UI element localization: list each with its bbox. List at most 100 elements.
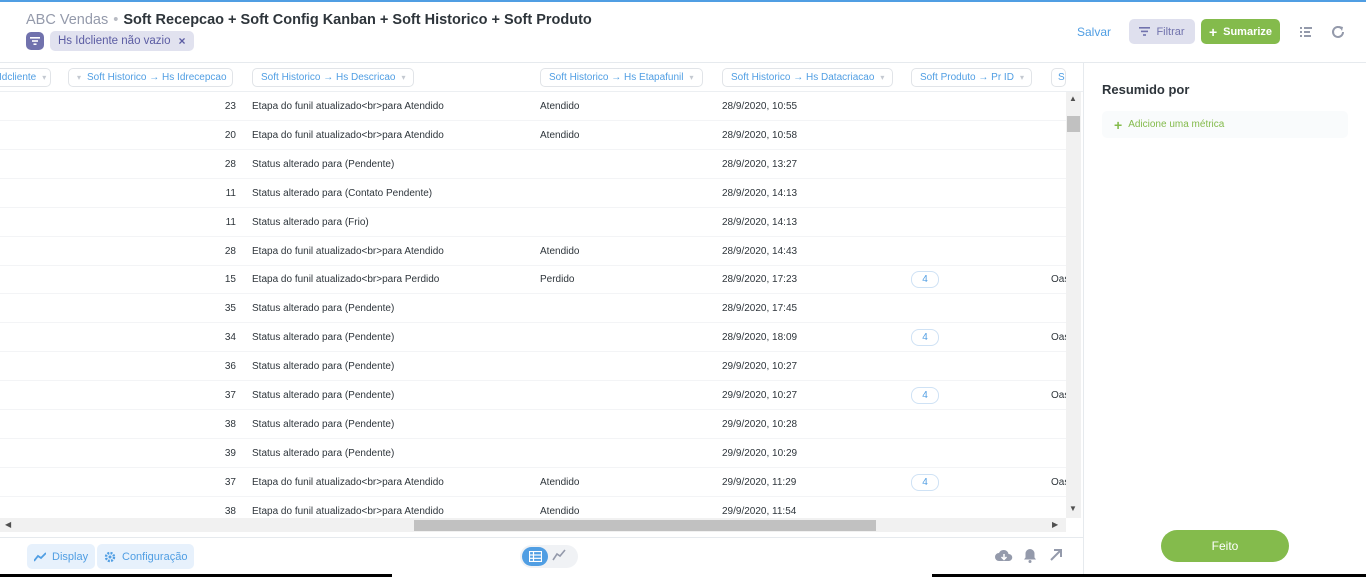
scroll-right-arrow-icon[interactable]: ▶ [1052,520,1058,529]
horizontal-scrollbar[interactable]: ◀ ▶ [0,518,1066,532]
cell-etapafunil[interactable]: Atendido [540,121,579,150]
filter-icon [1139,27,1151,36]
cell-datacriacao[interactable]: 28/9/2020, 14:13 [722,179,797,208]
cell-descricao[interactable]: Status alterado para (Pendente) [252,323,394,352]
filter-toggle-icon[interactable] [26,32,44,50]
cell-datacriacao[interactable]: 29/9/2020, 10:28 [722,410,797,439]
cell-idrecepcao[interactable]: 28 [160,150,236,179]
cell-descricao[interactable]: Status alterado para (Pendente) [252,381,394,410]
settings-button-label: Configuração [122,550,188,563]
cell-idrecepcao[interactable]: 35 [160,294,236,323]
cell-descricao[interactable]: Status alterado para (Pendente) [252,294,394,323]
settings-button[interactable]: Configuração [97,544,195,569]
table-title[interactable]: Soft Recepcao + Soft Config Kanban + Sof… [123,12,591,28]
chart-view-toggle-icon[interactable] [552,549,566,561]
column-header-datacriacao[interactable]: Soft Historico → Hs Datacriacao ▾ [722,68,893,87]
scroll-down-arrow-icon[interactable]: ▼ [1069,504,1077,513]
download-icon[interactable] [995,548,1013,564]
cell-descricao[interactable]: Etapa do funil atualizado<br>para Atendi… [252,121,444,150]
cell-produto[interactable]: Oas [1051,323,1066,352]
cell-descricao[interactable]: Status alterado para (Pendente) [252,439,394,468]
cell-pr-id[interactable]: 4 [911,329,939,347]
chevron-down-icon: ▾ [401,73,406,82]
cell-idrecepcao[interactable]: 23 [160,92,236,121]
cell-idrecepcao[interactable]: 28 [160,237,236,266]
filter-pill[interactable]: Hs Idcliente não vazio × [50,31,194,51]
cell-datacriacao[interactable]: 28/9/2020, 14:43 [722,237,797,266]
cell-datacriacao[interactable]: 28/9/2020, 10:58 [722,121,797,150]
chevron-down-icon: ▾ [880,73,885,82]
cell-descricao[interactable]: Status alterado para (Frio) [252,208,369,237]
cell-datacriacao[interactable]: 29/9/2020, 10:27 [722,381,797,410]
column-header-idcliente[interactable]: Idcliente ▾ [0,68,51,87]
list-icon[interactable] [1298,24,1314,40]
cell-datacriacao[interactable]: 28/9/2020, 10:55 [722,92,797,121]
cell-idrecepcao[interactable]: 39 [160,439,236,468]
cell-datacriacao[interactable]: 29/9/2020, 11:29 [722,468,796,497]
cell-descricao[interactable]: Etapa do funil atualizado<br>para Atendi… [252,468,444,497]
table-view-toggle[interactable] [522,547,548,566]
cell-datacriacao[interactable]: 28/9/2020, 18:09 [722,323,797,352]
cell-etapafunil[interactable]: Atendido [540,92,579,121]
table-row: 23 Etapa do funil atualizado<br>para Aten… [0,92,1066,121]
cell-descricao[interactable]: Status alterado para (Pendente) [252,352,394,381]
refresh-icon[interactable] [1330,24,1346,40]
cell-descricao[interactable]: Status alterado para (Pendente) [252,150,394,179]
cell-datacriacao[interactable]: 28/9/2020, 14:13 [722,208,797,237]
column-header-idrecepcao[interactable]: ▾ Soft Historico → Hs Idrecepcao [68,68,233,87]
cell-idrecepcao[interactable]: 37 [160,468,236,497]
horizontal-scrollbar-thumb[interactable] [414,520,876,531]
close-icon[interactable]: × [179,34,186,48]
cell-idrecepcao[interactable]: 34 [160,323,236,352]
summarize-button[interactable]: + Sumarize [1201,19,1280,44]
cell-idrecepcao[interactable]: 11 [160,208,236,237]
scroll-left-arrow-icon[interactable]: ◀ [5,520,11,529]
chevron-down-icon: ▾ [42,73,47,82]
cell-idrecepcao[interactable]: 38 [160,410,236,439]
table-icon [528,551,542,562]
table-row: 20 Etapa do funil atualizado<br>para Aten… [0,121,1066,150]
cell-idrecepcao[interactable]: 11 [160,179,236,208]
cell-descricao[interactable]: Status alterado para (Contato Pendente) [252,179,432,208]
cell-datacriacao[interactable]: 28/9/2020, 13:27 [722,150,797,179]
vertical-scrollbar-thumb[interactable] [1067,116,1080,132]
column-header-descricao[interactable]: Soft Historico → Hs Descricao ▾ [252,68,414,87]
display-button[interactable]: Display [27,544,96,569]
cell-descricao[interactable]: Etapa do funil atualizado<br>para Atendi… [252,92,444,121]
chevron-down-icon: ▾ [77,73,82,82]
cell-datacriacao[interactable]: 29/9/2020, 10:29 [722,439,797,468]
add-metric-button[interactable]: + Adicione uma métrica [1102,111,1348,138]
save-button[interactable]: Salvar [1071,19,1117,44]
database-name[interactable]: ABC Vendas [26,12,108,28]
cell-etapafunil[interactable]: Atendido [540,237,579,266]
cell-descricao[interactable]: Etapa do funil atualizado<br>para Atendi… [252,237,444,266]
cell-produto[interactable]: Oas [1051,265,1066,294]
cell-idrecepcao[interactable]: 15 [160,265,236,294]
done-button[interactable]: Feito [1161,530,1289,562]
column-header-pr-id[interactable]: Soft Produto → Pr ID ▾ [911,68,1032,87]
cell-datacriacao[interactable]: 29/9/2020, 10:27 [722,352,797,381]
column-header-label: Soft Historico → Hs Etapafunil [549,72,684,83]
cell-datacriacao[interactable]: 28/9/2020, 17:23 [722,265,797,294]
filter-button[interactable]: Filtrar [1129,19,1195,44]
cell-descricao[interactable]: Etapa do funil atualizado<br>para Perdid… [252,265,439,294]
cell-idrecepcao[interactable]: 37 [160,381,236,410]
cell-idrecepcao[interactable]: 36 [160,352,236,381]
cell-etapafunil[interactable]: Atendido [540,468,579,497]
cell-pr-id[interactable]: 4 [911,271,939,289]
cell-produto[interactable]: Oas [1051,468,1066,497]
column-header-etapafunil[interactable]: Soft Historico → Hs Etapafunil ▾ [540,68,703,87]
expand-icon[interactable] [1049,548,1063,562]
cell-pr-id[interactable]: 4 [911,387,939,404]
cell-datacriacao[interactable]: 28/9/2020, 17:45 [722,294,797,323]
bell-icon[interactable] [1023,548,1037,563]
cell-descricao[interactable]: Status alterado para (Pendente) [252,410,394,439]
column-header-produto[interactable]: Soft Pr [1051,68,1066,87]
cell-idrecepcao[interactable]: 20 [160,121,236,150]
scroll-up-arrow-icon[interactable]: ▲ [1069,94,1077,103]
vertical-scrollbar[interactable] [1066,92,1081,518]
cell-pr-id[interactable]: 4 [911,473,939,491]
column-header-label: Soft Historico → Hs Datacriacao [731,72,875,83]
cell-produto[interactable]: Oas [1051,381,1066,410]
cell-etapafunil[interactable]: Perdido [540,265,574,294]
